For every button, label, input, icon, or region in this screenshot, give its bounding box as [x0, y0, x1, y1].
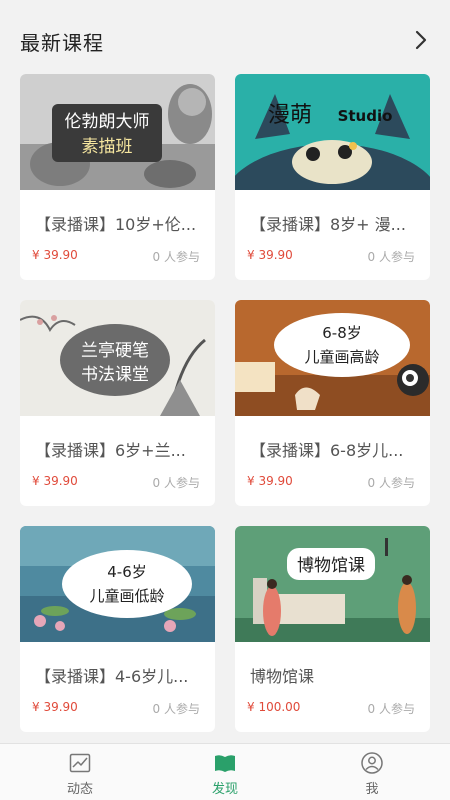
- course-title: 【录播课】6-8岁儿...: [250, 441, 404, 460]
- participant-count: 0 人参与: [152, 702, 200, 716]
- course-card[interactable]: 伦勃朗大师 素描班 【录播课】10岁+伦... ¥ 39.90 0 人参与: [20, 74, 215, 280]
- course-card[interactable]: 漫萌 Studio 【录播课】8岁+ 漫... ¥ 39.90 0 人参与: [235, 74, 430, 280]
- page-title: 最新课程: [20, 31, 104, 55]
- course-price: ¥ 39.90: [32, 474, 78, 488]
- thumb-text: 6-8岁: [322, 324, 362, 342]
- header: 最新课程: [0, 0, 450, 72]
- course-title: 【录播课】10岁+伦...: [35, 215, 197, 234]
- tab-discover[interactable]: 发现: [150, 744, 300, 800]
- thumb-text: 儿童画低龄: [89, 587, 164, 605]
- tab-label: 发现: [211, 782, 238, 797]
- course-thumbnail: 兰亭硬笔 书法课堂: [20, 300, 215, 416]
- tab-me[interactable]: 我: [297, 744, 447, 800]
- user-icon: [360, 751, 384, 775]
- course-card[interactable]: 兰亭硬笔 书法课堂 【录播课】6岁+兰... ¥ 39.90 0 人参与: [20, 300, 215, 506]
- course-thumbnail: 4-6岁 儿童画低龄: [20, 526, 215, 642]
- bottom-tab-bar: 动态 发现 我: [0, 743, 450, 800]
- course-title: 【录播课】8岁+ 漫...: [250, 215, 406, 234]
- tab-label: 动态: [66, 782, 93, 797]
- participant-count: 0 人参与: [152, 476, 200, 490]
- course-thumbnail: 伦勃朗大师 素描班: [20, 74, 215, 190]
- course-thumbnail: 漫萌 Studio: [235, 74, 430, 190]
- course-thumbnail: 博物馆课: [235, 526, 430, 642]
- course-title: 博物馆课: [250, 667, 315, 686]
- tab-label: 我: [365, 782, 379, 797]
- thumb-text: 书法课堂: [81, 365, 149, 385]
- course-price: ¥ 39.90: [32, 700, 78, 714]
- participant-count: 0 人参与: [367, 476, 415, 490]
- thumb-text: 伦勃朗大师: [65, 112, 150, 132]
- course-price: ¥ 39.90: [247, 248, 293, 262]
- course-price: ¥ 39.90: [32, 248, 78, 262]
- course-card[interactable]: 博物馆课 博物馆课 ¥ 100.00 0 人参与: [235, 526, 430, 732]
- participant-count: 0 人参与: [152, 250, 200, 264]
- course-title: 【录播课】4-6岁儿...: [35, 667, 189, 686]
- thumb-text: 儿童画高龄: [304, 348, 379, 366]
- thumb-text: 兰亭硬笔: [81, 341, 149, 361]
- thumb-text: 博物馆课: [297, 556, 365, 576]
- course-price: ¥ 39.90: [247, 474, 293, 488]
- thumb-text: 4-6岁: [107, 563, 147, 581]
- participant-count: 0 人参与: [367, 702, 415, 716]
- course-card[interactable]: 6-8岁 儿童画高龄 【录播课】6-8岁儿... ¥ 39.90 0 人参与: [235, 300, 430, 506]
- thumb-text: Studio: [338, 107, 393, 125]
- tab-dynamic[interactable]: 动态: [5, 744, 155, 800]
- course-thumbnail: 6-8岁 儿童画高龄: [235, 300, 430, 416]
- book-icon: [213, 751, 237, 775]
- course-card[interactable]: 4-6岁 儿童画低龄 【录播课】4-6岁儿... ¥ 39.90 0 人参与: [20, 526, 215, 732]
- thumb-text: 漫萌: [268, 103, 312, 128]
- course-price: ¥ 100.00: [247, 700, 301, 714]
- thumb-text: 素描班: [82, 137, 133, 157]
- chart-icon: [68, 751, 92, 775]
- course-title: 【录播课】6岁+兰...: [35, 441, 186, 460]
- participant-count: 0 人参与: [367, 250, 415, 264]
- chevron-right-icon[interactable]: [410, 28, 432, 52]
